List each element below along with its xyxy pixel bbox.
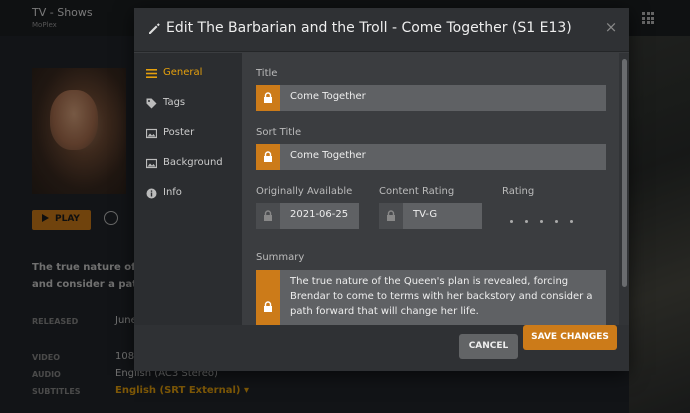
rating-dot[interactable] [540,220,543,223]
nav-item-tags[interactable]: Tags [146,95,242,115]
title-lock-button[interactable] [256,85,280,111]
lock-icon [387,210,395,221]
nav-item-general[interactable]: General [146,65,242,85]
dialog-header: Edit The Barbarian and the Troll - Come … [134,8,629,52]
nav-item-info[interactable]: Info [146,185,242,205]
dialog-sidebar: General Tags Poster Background Info [134,53,242,325]
dialog-footer: CANCEL SAVE CHANGES [134,325,629,371]
nav-label: Background [163,157,223,168]
sort-title-label: Sort Title [256,127,302,138]
summary-lock-button[interactable] [256,270,280,325]
title-label: Title [256,68,278,79]
rating-label: Rating [502,186,535,197]
nav-label: General [163,67,203,78]
rating-dot[interactable] [510,220,513,223]
rating-dot[interactable] [555,220,558,223]
sort-title-value: Come Together [290,150,366,161]
info-icon [146,188,157,199]
date-lock-button[interactable] [256,203,280,229]
originally-available-value: 2021-06-25 [290,209,349,220]
image-icon [146,158,157,169]
lock-icon [264,151,272,162]
sort-title-field[interactable]: Come Together [256,144,606,170]
cancel-button[interactable]: CANCEL [459,334,518,359]
title-value: Come Together [290,91,366,102]
sort-title-lock-button[interactable] [256,144,280,170]
content-rating-field[interactable]: TV-G [379,203,482,229]
lock-icon [264,301,272,312]
list-icon [146,69,157,78]
nav-label: Info [163,187,182,198]
content-rating-lock-button[interactable] [379,203,403,229]
lock-icon [264,92,272,103]
nav-label: Poster [163,127,195,138]
content-rating-value: TV-G [413,209,438,220]
pencil-icon [149,23,160,34]
summary-label: Summary [256,252,305,263]
edit-metadata-dialog: Edit The Barbarian and the Troll - Come … [134,8,629,371]
rating-dot[interactable] [570,220,573,223]
originally-available-field[interactable]: 2021-06-25 [256,203,359,229]
nav-item-background[interactable]: Background [146,155,242,175]
summary-textarea[interactable]: The true nature of the Queen's plan is r… [256,270,606,325]
summary-value: The true nature of the Queen's plan is r… [290,276,593,317]
originally-available-label: Originally Available [256,186,353,197]
close-icon[interactable]: × [604,20,618,35]
general-tab-panel: Title Come Together Sort Title Come Toge… [242,53,629,325]
scrollbar-thumb[interactable] [622,59,627,287]
rating-dot[interactable] [525,220,528,223]
dialog-title: Edit The Barbarian and the Troll - Come … [166,20,572,36]
save-changes-button[interactable]: SAVE CHANGES [523,325,617,350]
content-rating-label: Content Rating [379,186,455,197]
nav-label: Tags [163,97,186,108]
lock-icon [264,210,272,221]
tag-icon [146,98,157,109]
title-field[interactable]: Come Together [256,85,606,111]
nav-item-poster[interactable]: Poster [146,125,242,145]
image-icon [146,128,157,139]
